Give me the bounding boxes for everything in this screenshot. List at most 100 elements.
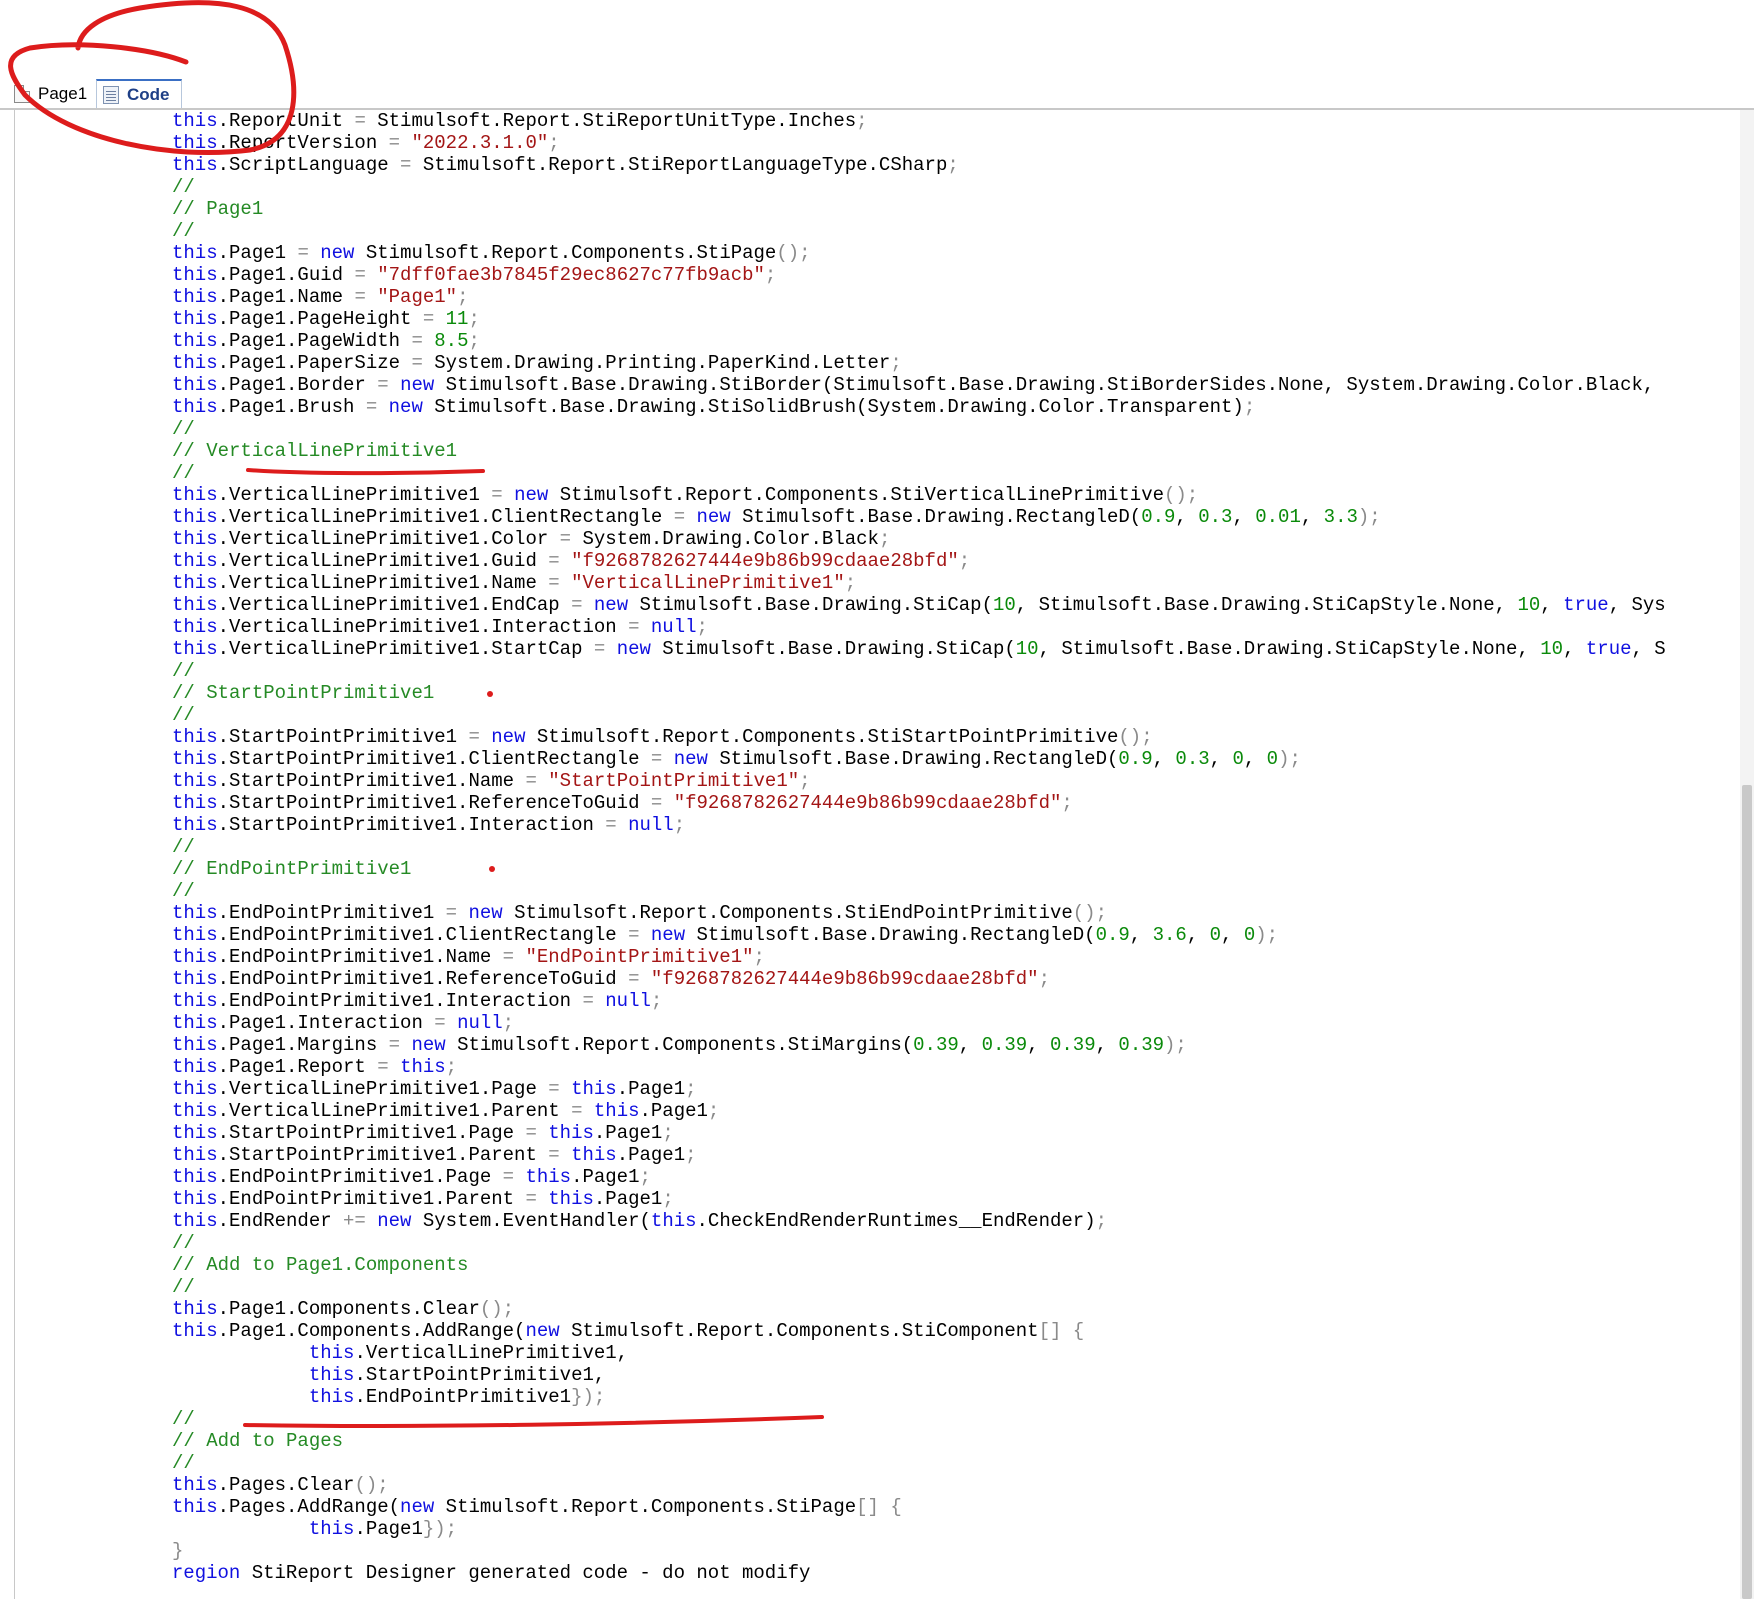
code-area[interactable]: this.ReportUnit = Stimulsoft.Report.StiR… xyxy=(172,110,1742,1599)
code-token: .VerticalLinePrimitive1.Guid xyxy=(217,550,549,572)
code-token: .VerticalLinePrimitive1.StartCap xyxy=(217,638,594,660)
code-line[interactable]: this.EndPointPrimitive1 = new Stimulsoft… xyxy=(172,902,1742,924)
code-token: , xyxy=(1300,506,1324,528)
code-line[interactable]: this.Page1 = new Stimulsoft.Report.Compo… xyxy=(172,242,1742,264)
code-line[interactable]: // xyxy=(172,1232,1742,1254)
code-token: 3.3 xyxy=(1323,506,1358,528)
code-line[interactable]: this.StartPointPrimitive1 = new Stimulso… xyxy=(172,726,1742,748)
code-line[interactable]: this.VerticalLinePrimitive1.Color = Syst… xyxy=(172,528,1742,550)
scrollbar-thumb[interactable] xyxy=(1742,785,1752,1599)
code-line[interactable]: this.ScriptLanguage = Stimulsoft.Report.… xyxy=(172,154,1742,176)
vertical-scrollbar[interactable] xyxy=(1740,110,1754,1599)
code-token: // xyxy=(172,1276,195,1298)
code-line[interactable]: this.VerticalLinePrimitive1.Page = this.… xyxy=(172,1078,1742,1100)
code-line[interactable]: // xyxy=(172,836,1742,858)
code-line[interactable]: // xyxy=(172,660,1742,682)
code-line[interactable]: // Add to Page1.Components xyxy=(172,1254,1742,1276)
code-line[interactable]: this.Page1.PageWidth = 8.5; xyxy=(172,330,1742,352)
code-line[interactable]: // xyxy=(172,462,1742,484)
code-line[interactable]: this.EndPointPrimitive1.ClientRectangle … xyxy=(172,924,1742,946)
code-line[interactable]: this.StartPointPrimitive1.ClientRectangl… xyxy=(172,748,1742,770)
code-line[interactable]: this.VerticalLinePrimitive1.Interaction … xyxy=(172,616,1742,638)
code-line[interactable]: // StartPointPrimitive1 xyxy=(172,682,1742,704)
code-line[interactable]: this.Page1.Interaction = null; xyxy=(172,1012,1742,1034)
code-line[interactable]: this.EndPointPrimitive1.Parent = this.Pa… xyxy=(172,1188,1742,1210)
code-line[interactable]: this.Page1.PaperSize = System.Drawing.Pr… xyxy=(172,352,1742,374)
code-line[interactable]: this.VerticalLinePrimitive1.Name = "Vert… xyxy=(172,572,1742,594)
code-line[interactable]: this.VerticalLinePrimitive1.EndCap = new… xyxy=(172,594,1742,616)
code-line[interactable]: this.EndPointPrimitive1.Interaction = nu… xyxy=(172,990,1742,1012)
code-token: Stimulsoft.Base.Drawing.RectangleD( xyxy=(730,506,1142,528)
code-token: this xyxy=(172,264,218,286)
code-line[interactable]: // VerticalLinePrimitive1 xyxy=(172,440,1742,462)
code-line[interactable]: } xyxy=(172,1584,1742,1599)
code-line[interactable]: this.StartPointPrimitive1.Page = this.Pa… xyxy=(172,1122,1742,1144)
code-token: ; xyxy=(799,770,811,792)
code-token: ; xyxy=(457,286,469,308)
code-token: this xyxy=(172,924,218,946)
code-line[interactable]: this.Pages.Clear(); xyxy=(172,1474,1742,1496)
code-token: 0.9 xyxy=(1095,924,1130,946)
code-line[interactable]: } xyxy=(172,1540,1742,1562)
code-line[interactable]: this.Pages.AddRange(new Stimulsoft.Repor… xyxy=(172,1496,1742,1518)
code-line[interactable]: // xyxy=(172,176,1742,198)
code-editor[interactable]: this.ReportUnit = Stimulsoft.Report.StiR… xyxy=(0,110,1754,1599)
code-line[interactable]: this.VerticalLinePrimitive1.ClientRectan… xyxy=(172,506,1742,528)
code-line[interactable]: #endregion StiReport Designer generated … xyxy=(172,1562,1742,1584)
code-line[interactable]: // xyxy=(172,880,1742,902)
code-token: Stimulsoft.Base.Drawing.StiBorder(Stimul… xyxy=(434,374,1655,396)
code-line[interactable]: // Add to Pages xyxy=(172,1430,1742,1452)
code-line[interactable]: this.EndPointPrimitive1}); xyxy=(172,1386,1742,1408)
code-line[interactable]: this.Page1.Guid = "7dff0fae3b7845f29ec86… xyxy=(172,264,1742,286)
code-line[interactable]: this.StartPointPrimitive1.Interaction = … xyxy=(172,814,1742,836)
code-line[interactable]: this.StartPointPrimitive1.Parent = this.… xyxy=(172,1144,1742,1166)
code-line[interactable]: this.VerticalLinePrimitive1, xyxy=(172,1342,1742,1364)
code-line[interactable]: this.EndRender += new System.EventHandle… xyxy=(172,1210,1742,1232)
code-token: 0.39 xyxy=(981,1034,1028,1056)
code-line[interactable]: this.Page1.Name = "Page1"; xyxy=(172,286,1742,308)
code-line[interactable]: this.VerticalLinePrimitive1.Parent = thi… xyxy=(172,1100,1742,1122)
code-line[interactable]: this.Page1.Brush = new Stimulsoft.Base.D… xyxy=(172,396,1742,418)
code-line[interactable]: this.VerticalLinePrimitive1 = new Stimul… xyxy=(172,484,1742,506)
code-line[interactable]: this.EndPointPrimitive1.Page = this.Page… xyxy=(172,1166,1742,1188)
code-line[interactable]: this.StartPointPrimitive1, xyxy=(172,1364,1742,1386)
code-token: // xyxy=(172,836,195,858)
code-token: 10 xyxy=(1517,594,1541,616)
code-line[interactable]: // xyxy=(172,418,1742,440)
code-line[interactable]: this.StartPointPrimitive1.ReferenceToGui… xyxy=(172,792,1742,814)
code-token: ; xyxy=(947,154,959,176)
code-line[interactable]: // xyxy=(172,1452,1742,1474)
code-line[interactable]: this.VerticalLinePrimitive1.Guid = "f926… xyxy=(172,550,1742,572)
code-line[interactable]: this.Page1}); xyxy=(172,1518,1742,1540)
code-token: this xyxy=(172,1034,218,1056)
code-line[interactable]: this.Page1.PageHeight = 11; xyxy=(172,308,1742,330)
code-line[interactable]: this.Page1.Margins = new Stimulsoft.Repo… xyxy=(172,1034,1742,1056)
code-token: 10 xyxy=(1540,638,1564,660)
code-line[interactable]: this.Page1.Components.AddRange(new Stimu… xyxy=(172,1320,1742,1342)
code-token: // xyxy=(172,462,195,484)
code-token: 0 xyxy=(1243,924,1256,946)
code-line[interactable]: // Page1 xyxy=(172,198,1742,220)
code-line[interactable]: this.EndPointPrimitive1.Name = "EndPoint… xyxy=(172,946,1742,968)
code-line[interactable]: this.Page1.Components.Clear(); xyxy=(172,1298,1742,1320)
code-token: ; xyxy=(764,264,777,286)
code-token: (); xyxy=(354,1474,389,1496)
code-line[interactable]: this.VerticalLinePrimitive1.StartCap = n… xyxy=(172,638,1742,660)
code-token: 0.9 xyxy=(1118,748,1153,770)
code-line[interactable]: this.ReportUnit = Stimulsoft.Report.StiR… xyxy=(172,110,1742,132)
code-line[interactable]: this.StartPointPrimitive1.Name = "StartP… xyxy=(172,770,1742,792)
code-token: .EndPointPrimitive1.ReferenceToGuid xyxy=(217,968,629,990)
code-line[interactable]: // xyxy=(172,1276,1742,1298)
code-line[interactable]: // EndPointPrimitive1 xyxy=(172,858,1742,880)
code-line[interactable]: // xyxy=(172,220,1742,242)
tab-page1[interactable]: Page1 xyxy=(10,79,93,109)
tab-code[interactable]: Code xyxy=(96,79,182,109)
code-token: Stimulsoft.Report.Components.StiMargins( xyxy=(445,1034,914,1056)
code-line[interactable]: // xyxy=(172,1408,1742,1430)
code-line[interactable]: this.Page1.Border = new Stimulsoft.Base.… xyxy=(172,374,1742,396)
code-line[interactable]: this.Page1.Report = this; xyxy=(172,1056,1742,1078)
code-line[interactable]: // xyxy=(172,704,1742,726)
code-line[interactable]: this.EndPointPrimitive1.ReferenceToGuid … xyxy=(172,968,1742,990)
code-line[interactable]: this.ReportVersion = "2022.3.1.0"; xyxy=(172,132,1742,154)
